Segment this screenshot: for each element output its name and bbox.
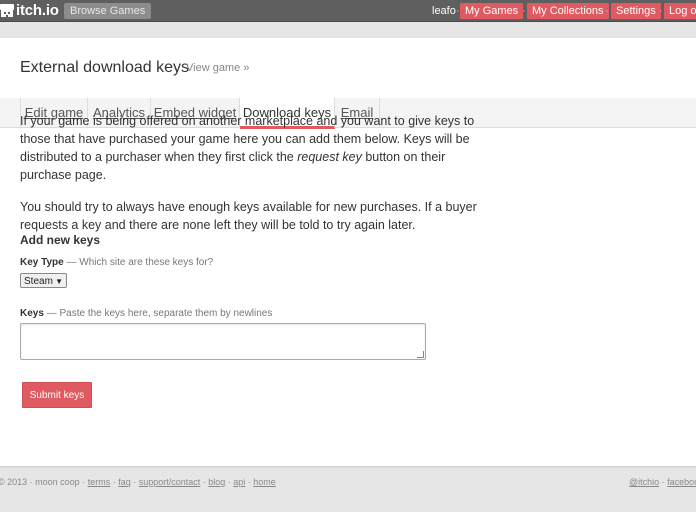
description-paragraph: If your game is being offered on another… [20, 112, 490, 184]
footer-link-home[interactable]: home [253, 477, 276, 487]
key-type-label-text: Key Type [20, 257, 64, 268]
footer-link-api[interactable]: api [233, 477, 245, 487]
browse-games-button[interactable]: Browse Games [64, 3, 152, 19]
resize-handle-icon[interactable] [417, 351, 424, 358]
keys-hint: — Paste the keys here, separate them by … [43, 308, 273, 319]
footer-left: © 2013 · moon coop · terms · faq · suppo… [0, 477, 276, 487]
settings-button[interactable]: Settings [611, 3, 661, 19]
logo-text: itch.io [16, 2, 59, 19]
separator: · [605, 5, 609, 17]
username-link[interactable]: leafo [432, 3, 456, 19]
key-type-hint: — Which site are these keys for? [63, 257, 214, 268]
key-type-label: Key Type — Which site are these keys for… [20, 257, 213, 268]
main-panel: External download keys View game » Edit … [0, 38, 696, 466]
footer-link-terms[interactable]: terms [88, 477, 111, 487]
footer: © 2013 · moon coop · terms · faq · suppo… [0, 476, 696, 488]
keys-label: Keys — Paste the keys here, separate the… [20, 308, 272, 319]
footer-link-facebook[interactable]: facebook [667, 477, 696, 487]
submit-keys-button[interactable]: Submit keys [22, 382, 92, 408]
footer-link-support[interactable]: support/contact [139, 477, 201, 487]
separator: · [522, 5, 526, 17]
itchio-logo-icon [0, 4, 14, 17]
view-game-link[interactable]: View game » [186, 62, 249, 74]
request-key-emphasis: request key [297, 150, 362, 164]
footer-link-faq[interactable]: faq [118, 477, 131, 487]
footer-link-blog[interactable]: blog [208, 477, 225, 487]
copyright-text: © 2013 · moon coop · [0, 477, 88, 487]
log-out-button[interactable]: Log out [664, 3, 696, 19]
page-title: External download keys [20, 59, 189, 76]
my-games-button[interactable]: My Games [460, 3, 524, 19]
top-nav-bar: itch.io Browse Games leafo · My Games · … [0, 0, 696, 22]
logo[interactable]: itch.io [0, 2, 59, 19]
separator: · [659, 5, 663, 17]
description: If your game is being offered on another… [20, 112, 490, 234]
my-collections-button[interactable]: My Collections [527, 3, 609, 19]
footer-right: @itchio · facebook [629, 476, 696, 488]
dropdown-arrow-icon: ▼ [55, 277, 63, 286]
key-type-selected-value: Steam [24, 276, 53, 287]
footer-link-twitter[interactable]: @itchio [629, 477, 659, 487]
add-new-keys-heading: Add new keys [20, 233, 101, 247]
keys-textarea[interactable] [20, 323, 426, 360]
key-type-select[interactable]: Steam ▼ [20, 273, 67, 288]
page-header: External download keys View game » [0, 38, 696, 99]
keys-label-text: Keys [20, 308, 44, 319]
warning-paragraph: You should try to always have enough key… [20, 200, 477, 232]
